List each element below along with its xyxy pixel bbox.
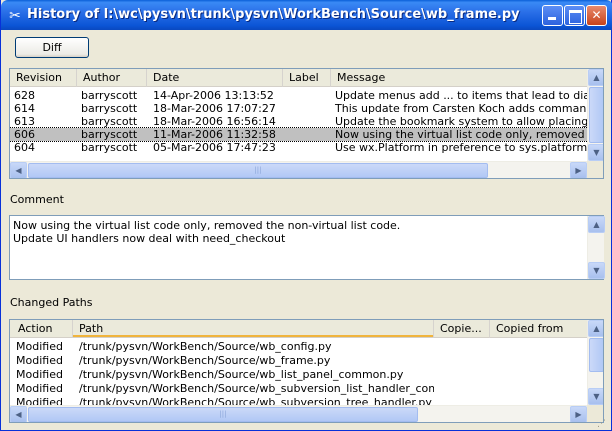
revision-cell: 604	[14, 141, 35, 154]
column-message[interactable]: Message	[331, 69, 588, 87]
history-row[interactable]: 613 barryscott 18-Mar-2006 16:56:14 Upda…	[10, 115, 588, 128]
window-title: History of l:\wc\pysvn\trunk\pysvn\WorkB…	[27, 7, 520, 22]
history-window: ✂ History of l:\wc\pysvn\trunk\pysvn\Wor…	[0, 0, 612, 431]
tools-icon: ✂	[9, 8, 21, 24]
revision-cell: 614	[14, 102, 35, 115]
scroll-right-button[interactable]: ▶	[570, 406, 587, 422]
history-vscrollbar[interactable]: ▲ ▼	[587, 69, 603, 161]
author-cell: barryscott	[81, 115, 138, 128]
scroll-left-button[interactable]: ◀	[10, 162, 27, 178]
minimize-button[interactable]	[542, 5, 563, 26]
history-row[interactable]: 614 barryscott 18-Mar-2006 17:07:27 This…	[10, 102, 588, 115]
author-cell: barryscott	[81, 102, 138, 115]
path-row[interactable]: Modified /trunk/pysvn/WorkBench/Source/w…	[10, 382, 588, 395]
date-cell: 18-Mar-2006 17:07:27	[153, 102, 276, 115]
maximize-button[interactable]	[564, 5, 585, 26]
message-cell: This update from Carsten Koch adds comma…	[335, 102, 588, 115]
label-cell	[283, 89, 331, 102]
column-revision[interactable]: Revision	[10, 69, 77, 87]
scroll-down-button[interactable]: ▼	[588, 144, 603, 161]
close-button[interactable]	[586, 5, 607, 26]
column-action[interactable]: Action	[10, 320, 73, 338]
scroll-thumb[interactable]: |||	[28, 407, 418, 422]
message-cell: Update the bookmark system to allow plac…	[335, 115, 588, 128]
path-cell: /trunk/pysvn/WorkBench/Source/wb_list_pa…	[79, 368, 404, 381]
scroll-up-button[interactable]: ▲	[588, 216, 605, 233]
path-cell: /trunk/pysvn/WorkBench/Source/wb_frame.p…	[79, 354, 331, 367]
scroll-left-button[interactable]: ◀	[10, 406, 27, 422]
message-cell: Now using the virtual list code only, re…	[335, 128, 588, 141]
path-cell: /trunk/pysvn/WorkBench/Source/wb_subvers…	[79, 382, 434, 395]
action-cell: Modified	[16, 354, 63, 367]
revision-cell: 613	[14, 115, 35, 128]
author-cell: barryscott	[81, 89, 138, 102]
column-author[interactable]: Author	[77, 69, 147, 87]
scroll-thumb[interactable]	[589, 338, 603, 372]
path-row[interactable]: Modified /trunk/pysvn/WorkBench/Source/w…	[10, 368, 588, 381]
comment-textbox[interactable]: Now using the virtual list code only, re…	[9, 215, 605, 280]
comment-line: Update UI handlers now deal with need_ch…	[13, 232, 286, 245]
revision-cell: 606	[14, 128, 35, 141]
scroll-corner	[587, 161, 603, 178]
scroll-up-button[interactable]: ▲	[588, 69, 603, 86]
changed-paths-label: Changed Paths	[10, 296, 93, 309]
comment-vscrollbar[interactable]: ▲ ▼	[587, 216, 605, 279]
label-cell	[283, 141, 331, 154]
history-row[interactable]: 628 barryscott 14-Apr-2006 13:13:52 Upda…	[10, 89, 588, 102]
date-cell: 14-Apr-2006 13:13:52	[153, 89, 274, 102]
title-bar[interactable]: ✂ History of l:\wc\pysvn\trunk\pysvn\Wor…	[1, 0, 612, 30]
revision-cell: 628	[14, 89, 35, 102]
resize-grip-icon[interactable]: ⋰	[597, 419, 611, 431]
column-label[interactable]: Label	[283, 69, 331, 87]
history-hscrollbar[interactable]: ◀ ||| ▶	[10, 161, 587, 178]
label-cell	[283, 115, 331, 128]
scroll-thumb[interactable]: |||	[28, 163, 488, 178]
path-cell: /trunk/pysvn/WorkBench/Source/wb_config.…	[79, 340, 332, 353]
paths-vscrollbar[interactable]: ▲ ▼	[587, 320, 603, 405]
scroll-right-button[interactable]: ▶	[570, 162, 587, 178]
history-row[interactable]: 604 barryscott 05-Mar-2006 17:47:23 Use …	[10, 141, 588, 154]
paths-hscrollbar[interactable]: ◀ ||| ▶	[10, 405, 587, 422]
path-row[interactable]: Modified /trunk/pysvn/WorkBench/Source/w…	[10, 340, 588, 353]
author-cell: barryscott	[81, 141, 138, 154]
action-cell: Modified	[16, 368, 63, 381]
action-cell: Modified	[16, 382, 63, 395]
path-row[interactable]: Modified /trunk/pysvn/WorkBench/Source/w…	[10, 354, 588, 367]
scroll-down-button[interactable]: ▼	[588, 262, 605, 279]
history-list[interactable]: Revision Author Date Label Message 628 b…	[9, 68, 604, 179]
history-row-selected[interactable]: 606 barryscott 11-Mar-2006 11:32:58 Now …	[10, 127, 589, 142]
sort-indicator	[73, 335, 433, 337]
comment-line: Now using the virtual list code only, re…	[13, 219, 401, 232]
message-cell: Use wx.Platform in preference to sys.pla…	[335, 141, 588, 154]
history-list-header: Revision Author Date Label Message	[10, 69, 588, 87]
column-copied-from[interactable]: Copied from	[490, 320, 588, 338]
column-date[interactable]: Date	[147, 69, 283, 87]
diff-button[interactable]: Diff	[15, 37, 89, 58]
date-cell: 05-Mar-2006 17:47:23	[153, 141, 276, 154]
message-cell: Update menus add ... to items that lead …	[335, 89, 588, 102]
action-cell: Modified	[16, 340, 63, 353]
comment-label: Comment	[10, 193, 64, 206]
scroll-down-button[interactable]: ▼	[588, 388, 603, 405]
date-cell: 18-Mar-2006 16:56:14	[153, 115, 276, 128]
column-copied-rev[interactable]: Copie...	[434, 320, 490, 338]
label-cell	[283, 128, 331, 141]
author-cell: barryscott	[81, 128, 138, 141]
scroll-thumb[interactable]	[589, 87, 603, 143]
label-cell	[283, 102, 331, 115]
scroll-up-button[interactable]: ▲	[588, 320, 603, 337]
date-cell: 11-Mar-2006 11:32:58	[153, 128, 276, 141]
